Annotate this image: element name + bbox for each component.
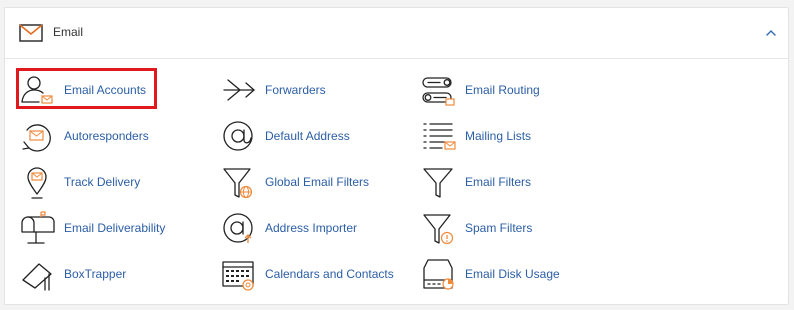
forward-arrow-icon <box>223 79 255 101</box>
item-label: Email Disk Usage <box>465 267 560 281</box>
mailbox-icon <box>21 211 55 244</box>
list-envelope-icon <box>423 123 456 150</box>
location-pin-icon <box>27 167 47 199</box>
item-label: Email Routing <box>465 83 540 97</box>
forwarders-link[interactable]: Forwarders <box>220 72 350 112</box>
funnel-globe-icon <box>223 168 253 199</box>
item-label: Spam Filters <box>465 221 533 235</box>
item-label: Email Filters <box>465 175 532 189</box>
boxtrapper-link[interactable]: BoxTrapper <box>19 256 139 296</box>
at-import-icon <box>223 213 253 243</box>
global-email-filters-link[interactable]: Global Email Filters <box>220 164 390 204</box>
item-label: Calendars and Contacts <box>265 267 394 281</box>
item-label: Mailing Lists <box>465 129 532 143</box>
mailing-lists-link[interactable]: Mailing Lists <box>420 118 550 158</box>
item-label: Autoresponders <box>64 129 149 143</box>
track-delivery-link[interactable]: Track Delivery <box>19 164 159 204</box>
envelope-icon <box>19 24 43 42</box>
calendars-contacts-link[interactable]: Calendars and Contacts <box>220 256 400 296</box>
item-label: BoxTrapper <box>64 267 127 281</box>
funnel-icon <box>423 168 453 198</box>
item-label: Email Deliverability <box>64 221 166 235</box>
email-filters-link[interactable]: Email Filters <box>420 164 550 204</box>
email-section-panel: Email Email Accounts Forwarders Email Ro… <box>4 7 789 305</box>
email-disk-usage-link[interactable]: Email Disk Usage <box>420 256 570 296</box>
item-label: Address Importer <box>265 221 358 235</box>
email-routing-link[interactable]: Email Routing <box>420 72 560 112</box>
at-sign-icon <box>223 121 253 151</box>
calendar-at-icon <box>222 261 254 291</box>
funnel-warning-icon <box>423 214 454 245</box>
default-address-link[interactable]: Default Address <box>220 118 370 158</box>
email-deliverability-link[interactable]: Email Deliverability <box>19 210 174 250</box>
autoresponder-icon <box>22 124 51 152</box>
item-label: Global Email Filters <box>265 175 370 189</box>
autoresponders-link[interactable]: Autoresponders <box>19 118 169 158</box>
chevron-up-icon[interactable] <box>764 26 778 40</box>
spam-filters-link[interactable]: Spam Filters <box>420 210 550 250</box>
item-label: Track Delivery <box>64 175 141 189</box>
item-label: Default Address <box>265 129 350 143</box>
email-section-header[interactable]: Email <box>5 8 788 59</box>
box-trap-icon <box>22 263 52 291</box>
section-title: Email <box>53 25 84 39</box>
address-importer-link[interactable]: Address Importer <box>220 210 370 250</box>
item-label: Forwarders <box>265 83 326 97</box>
disk-usage-icon <box>423 259 454 290</box>
routing-switch-icon <box>422 77 455 106</box>
selection-highlight-box <box>16 68 157 109</box>
